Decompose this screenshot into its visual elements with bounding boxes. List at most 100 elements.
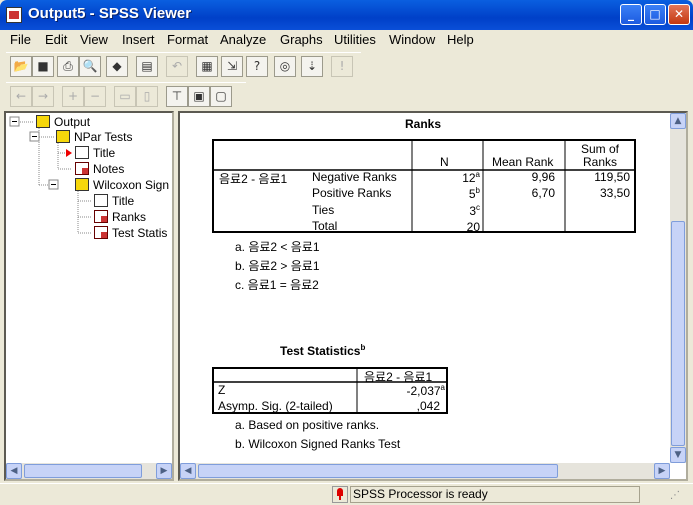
menu-bar: File Edit View Insert Format Analyze Gra… <box>0 30 693 50</box>
resize-grip-icon[interactable]: ⋰ <box>670 490 680 501</box>
stat-label-sig: Asymp. Sig. (2-tailed) <box>218 399 333 413</box>
scroll-right-icon[interactable]: ▶ <box>654 463 670 479</box>
menu-edit[interactable]: Edit <box>45 32 67 47</box>
demote-icon[interactable]: → <box>32 86 54 107</box>
goto-data-icon[interactable]: ▦ <box>196 56 218 77</box>
save-icon[interactable]: ■ <box>32 56 54 77</box>
row-group-label: 음료2 - 음료1 <box>219 172 288 186</box>
menu-format[interactable]: Format <box>167 32 208 47</box>
row-label: Negative Ranks <box>312 170 397 184</box>
insert-title-icon[interactable]: ▣ <box>188 86 210 107</box>
footnote: a. 음료2 < 음료1 <box>235 240 320 254</box>
spss-app-icon[interactable] <box>6 7 22 23</box>
row-label: Total <box>312 219 338 233</box>
status-text: SPSS Processor is ready <box>350 486 640 503</box>
scroll-right-icon[interactable]: ▶ <box>156 463 172 479</box>
cell-sum-ranks: 119,50 <box>594 170 630 184</box>
undo-icon[interactable]: ↶ <box>166 56 188 77</box>
expand-icon[interactable]: + <box>62 86 84 107</box>
stat-label-z: Z <box>218 383 226 397</box>
scroll-left-icon[interactable]: ◀ <box>6 463 22 479</box>
outline-hscrollbar[interactable]: ◀ ▶ <box>6 463 172 479</box>
collapse-icon[interactable]: − <box>84 86 106 107</box>
maximize-button[interactable]: □ <box>644 4 666 25</box>
menu-analyze[interactable]: Analyze <box>220 32 266 47</box>
title-page-icon <box>94 194 108 207</box>
footnote: c. 음료1 = 음료2 <box>235 278 319 292</box>
table-icon <box>94 210 108 223</box>
row-label: Ties <box>312 203 335 217</box>
col-header-n: N <box>440 155 449 169</box>
stat-value-z: -2,037a <box>406 383 445 398</box>
goto-case-icon[interactable]: ⇲ <box>221 56 243 77</box>
ranks-title: Ranks <box>405 117 442 131</box>
content-vscroll-thumb[interactable] <box>671 221 685 446</box>
export-icon[interactable]: ◆ <box>106 56 128 77</box>
tree-item-test-statistics[interactable]: Test Statis <box>94 226 172 240</box>
tree-item-title-2[interactable]: Title <box>94 194 134 208</box>
content-vscrollbar[interactable]: ▲ ▼ <box>670 113 686 463</box>
scroll-left-icon[interactable]: ◀ <box>180 463 196 479</box>
title-page-icon <box>75 146 89 159</box>
menu-insert[interactable]: Insert <box>122 32 155 47</box>
footnote: a. Based on positive ranks. <box>235 418 380 432</box>
scroll-up-icon[interactable]: ▲ <box>670 113 686 129</box>
stat-value-sig: ,042 <box>416 399 440 413</box>
cell-n: 5b <box>468 186 480 201</box>
toolbar-outline: ← → + − ▭ ▯ ⊤ ▣ ▢ <box>6 82 246 109</box>
outline-pane[interactable]: Output NPar Tests Title Notes Wilcoxon S… <box>4 111 174 481</box>
menu-view[interactable]: View <box>80 32 108 47</box>
use-sets-icon[interactable]: ◎ <box>274 56 296 77</box>
minimize-button[interactable]: _ <box>620 4 642 25</box>
tree-item-ranks[interactable]: Ranks <box>94 210 146 224</box>
cell-n: 3c <box>469 203 480 218</box>
footnote: b. Wilcoxon Signed Ranks Test <box>235 437 401 451</box>
variables-icon[interactable]: ? <box>246 56 268 77</box>
promote-icon[interactable]: ← <box>10 86 32 107</box>
col-header-sum-of: Sum of <box>581 142 620 156</box>
insert-heading-icon[interactable]: ⊤ <box>166 86 188 107</box>
menu-window[interactable]: Window <box>389 32 435 47</box>
menu-utilities[interactable]: Utilities <box>334 32 376 47</box>
content-pane[interactable]: Ranks N Mean Rank Sum of Ranks 음료2 - 음료1… <box>178 111 688 481</box>
dialog-recall-icon[interactable]: ▤ <box>136 56 158 77</box>
content-hscrollbar[interactable]: ◀ ▶ <box>180 463 670 479</box>
book-icon <box>36 115 50 128</box>
book-icon <box>56 130 70 143</box>
tree-item-output[interactable]: Output <box>36 115 90 129</box>
scroll-down-icon[interactable]: ▼ <box>670 447 686 463</box>
processor-status-icon <box>332 486 348 503</box>
print-preview-icon[interactable]: 🔍 <box>79 56 101 77</box>
cell-n: 20 <box>466 220 480 234</box>
menu-help[interactable]: Help <box>447 32 474 47</box>
footnote: b. 음료2 > 음료1 <box>235 259 320 273</box>
tree-item-notes[interactable]: Notes <box>75 162 124 176</box>
show-icon[interactable]: ▭ <box>114 86 136 107</box>
test-stats-title: Test Statisticsb <box>280 343 366 358</box>
insert-text-icon[interactable]: ▢ <box>210 86 232 107</box>
cell-n: 12a <box>462 170 480 185</box>
select-last-output-icon[interactable]: ⇣ <box>301 56 323 77</box>
designate-window-icon[interactable]: ! <box>331 56 353 77</box>
book-icon <box>75 178 89 191</box>
menu-file[interactable]: File <box>10 32 31 47</box>
close-button[interactable]: ✕ <box>668 4 690 25</box>
menu-graphs[interactable]: Graphs <box>280 32 323 47</box>
tree-item-wilcoxon[interactable]: Wilcoxon Sign <box>75 178 169 192</box>
cell-sum-ranks: 33,50 <box>599 186 630 200</box>
col-header-ranks: Ranks <box>583 155 618 169</box>
open-icon[interactable]: 📂 <box>10 56 32 77</box>
table-icon <box>94 226 108 239</box>
tree-item-npar-tests[interactable]: NPar Tests <box>56 130 132 144</box>
status-bar: SPSS Processor is ready ⋰ <box>0 483 693 505</box>
outline-hscroll-thumb[interactable] <box>24 464 142 478</box>
hide-icon[interactable]: ▯ <box>136 86 158 107</box>
cell-mean-rank: 9,96 <box>531 170 555 184</box>
toolbar-main: 📂 ■ ⎙ 🔍 ◆ ▤ ↶ ▦ ⇲ ? ◎ ⇣ ! <box>6 52 361 79</box>
col-header-mean-rank: Mean Rank <box>492 155 554 169</box>
print-icon[interactable]: ⎙ <box>57 56 79 77</box>
notes-icon <box>75 162 89 175</box>
content-hscroll-thumb[interactable] <box>198 464 558 478</box>
cell-mean-rank: 6,70 <box>531 186 555 200</box>
tree-item-title[interactable]: Title <box>75 146 115 160</box>
